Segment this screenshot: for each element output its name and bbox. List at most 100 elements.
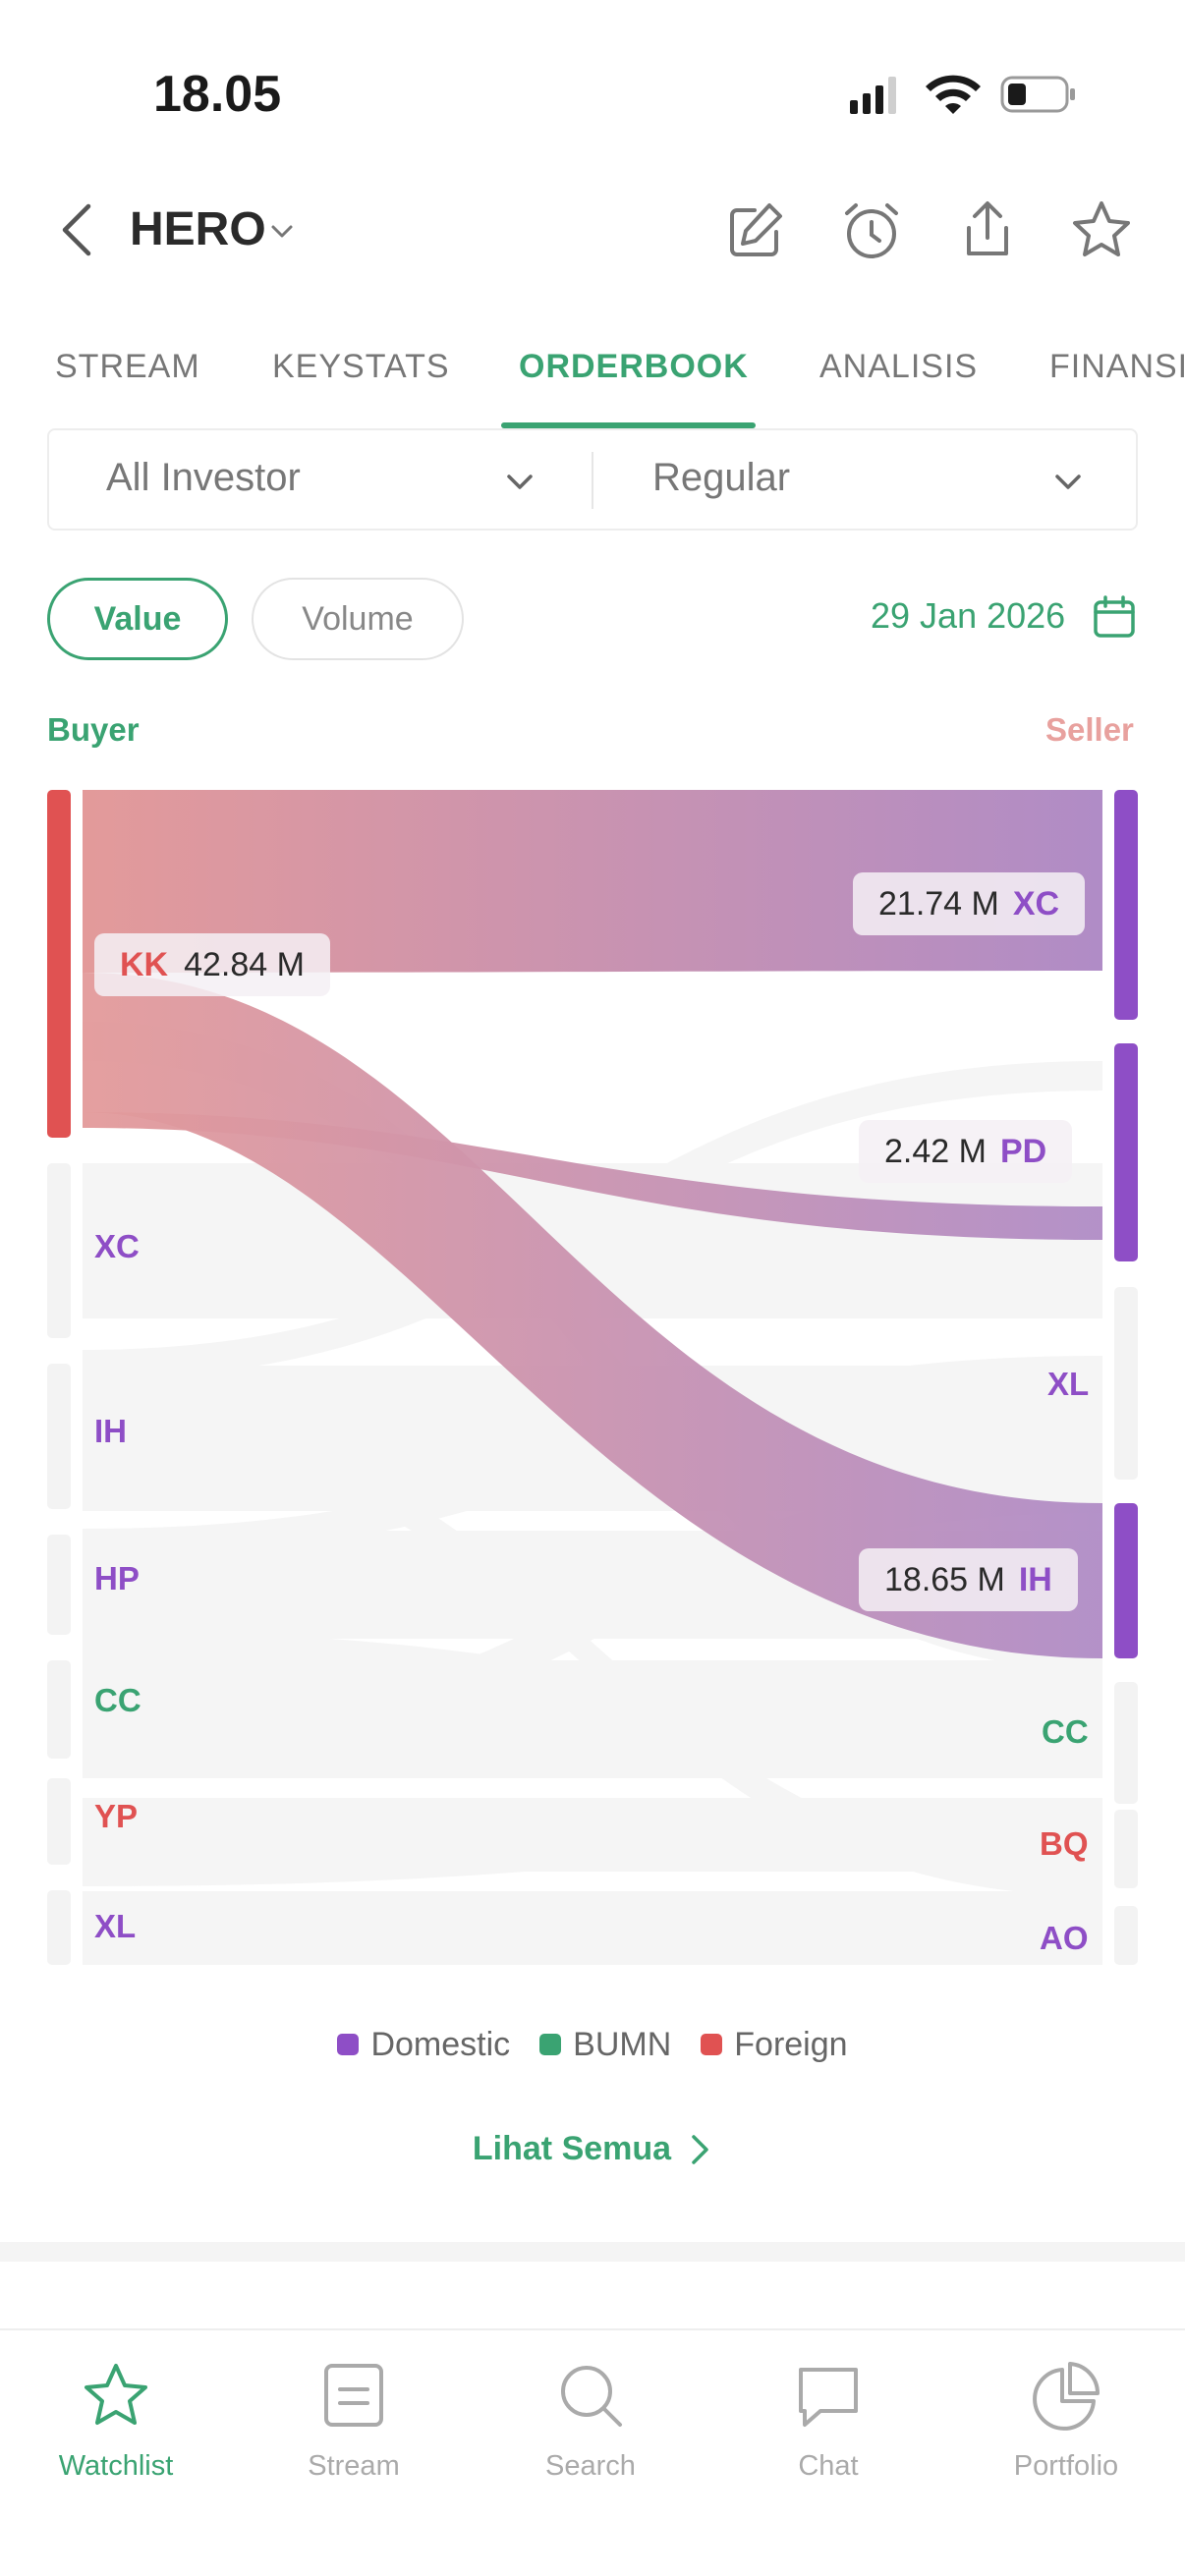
tab-keystats[interactable]: KEYSTATS bbox=[272, 348, 450, 386]
nav-label: Portfolio bbox=[1013, 2450, 1119, 2482]
chevron-down-icon[interactable] bbox=[501, 464, 538, 501]
buyer-code: KK bbox=[120, 945, 169, 983]
volume-toggle-button[interactable]: Volume bbox=[252, 578, 464, 660]
buyer-node-xl bbox=[47, 1890, 71, 1965]
seller-node-bq bbox=[1114, 1810, 1138, 1888]
buyer-label-ih[interactable]: IH bbox=[94, 1413, 127, 1450]
nav-watchlist[interactable]: Watchlist bbox=[18, 2358, 214, 2483]
value-toggle-button[interactable]: Value bbox=[47, 578, 228, 660]
chevron-right-icon bbox=[692, 2134, 708, 2164]
nav-label: Watchlist bbox=[58, 2450, 174, 2482]
legend-domestic: Domestic bbox=[337, 2026, 510, 2064]
buyer-label-hp[interactable]: HP bbox=[94, 1560, 140, 1597]
seller-label-bq[interactable]: BQ bbox=[1040, 1825, 1089, 1863]
tab-stream[interactable]: STREAM bbox=[55, 348, 200, 386]
ticker-symbol[interactable]: HERO bbox=[130, 202, 266, 256]
seller-label-xl[interactable]: XL bbox=[1047, 1366, 1089, 1403]
tab-bar: STREAM KEYSTATS ORDERBOOK ANALISIS FINAN… bbox=[0, 334, 1185, 428]
stream-icon bbox=[324, 2364, 383, 2427]
signal-icon bbox=[850, 77, 896, 114]
chevron-down-icon[interactable] bbox=[267, 216, 297, 246]
nav-label: Search bbox=[545, 2450, 636, 2482]
seller-node-ao bbox=[1114, 1906, 1138, 1965]
star-icon[interactable] bbox=[1067, 196, 1136, 265]
buyer-node-ih bbox=[47, 1364, 71, 1509]
seller-node-ih bbox=[1114, 1503, 1138, 1658]
pie-chart-icon bbox=[1033, 2362, 1100, 2431]
seller-pd-tag[interactable]: 2.42 M PD bbox=[859, 1120, 1073, 1183]
seller-node-xl bbox=[1114, 1287, 1138, 1480]
seller-xc-tag[interactable]: 21.74 M XC bbox=[853, 872, 1086, 935]
seller-node-xc bbox=[1114, 790, 1138, 1020]
star-icon bbox=[85, 2364, 147, 2425]
legend-label: BUMN bbox=[573, 2025, 672, 2063]
see-all-label: Lihat Semua bbox=[472, 2130, 672, 2167]
edit-icon[interactable] bbox=[721, 196, 790, 265]
legend-swatch bbox=[701, 2034, 723, 2055]
buyer-label-yp[interactable]: YP bbox=[94, 1798, 138, 1835]
buyer-nodes bbox=[47, 790, 71, 1965]
seller-ih-tag[interactable]: 18.65 M IH bbox=[859, 1548, 1078, 1611]
section-divider bbox=[0, 2242, 1185, 2262]
buyer-node-hp bbox=[47, 1535, 71, 1635]
search-icon bbox=[561, 2366, 622, 2427]
seller-value: 2.42 M bbox=[884, 1132, 987, 1170]
wifi-icon bbox=[926, 75, 981, 114]
app-header: HERO bbox=[0, 177, 1185, 285]
chat-icon bbox=[799, 2368, 858, 2427]
nav-label: Chat bbox=[798, 2450, 859, 2482]
alarm-icon[interactable] bbox=[837, 196, 906, 265]
buyer-label-cc[interactable]: CC bbox=[94, 1682, 141, 1719]
seller-value: 21.74 M bbox=[878, 884, 999, 923]
market-select[interactable]: Regular bbox=[652, 456, 790, 500]
chevron-down-icon[interactable] bbox=[1049, 464, 1087, 501]
date-picker-label[interactable]: 29 Jan 2026 bbox=[871, 595, 1065, 637]
legend-label: Domestic bbox=[370, 2025, 511, 2063]
seller-code: IH bbox=[1018, 1560, 1052, 1598]
legend-label: Foreign bbox=[734, 2025, 848, 2063]
investor-select[interactable]: All Investor bbox=[106, 456, 301, 500]
seller-label: Seller bbox=[1045, 711, 1134, 748]
buyer-label-xl[interactable]: XL bbox=[94, 1908, 136, 1945]
buyer-kk-tag[interactable]: KK 42.84 M bbox=[94, 933, 330, 996]
legend-swatch bbox=[539, 2034, 562, 2055]
tab-analisis[interactable]: ANALISIS bbox=[819, 348, 978, 386]
nav-portfolio[interactable]: Portfolio bbox=[968, 2358, 1164, 2483]
buyer-node-kk bbox=[47, 790, 71, 1138]
calendar-icon[interactable] bbox=[1091, 593, 1138, 641]
nav-search[interactable]: Search bbox=[492, 2358, 689, 2483]
legend-swatch bbox=[337, 2034, 360, 2055]
nav-stream[interactable]: Stream bbox=[255, 2358, 452, 2483]
buyer-value: 42.84 M bbox=[184, 945, 305, 983]
seller-label-ao[interactable]: AO bbox=[1040, 1920, 1089, 1957]
buyer-node-cc bbox=[47, 1660, 71, 1759]
status-time: 18.05 bbox=[153, 66, 282, 123]
seller-nodes bbox=[1114, 790, 1138, 1965]
legend-bumn: BUMN bbox=[539, 2026, 671, 2064]
see-all-link[interactable]: Lihat Semua bbox=[0, 2130, 1185, 2168]
back-arrow-icon[interactable] bbox=[49, 200, 108, 259]
filter-bar: All Investor Regular bbox=[47, 428, 1138, 531]
buyer-label-xc[interactable]: XC bbox=[94, 1228, 140, 1265]
share-icon[interactable] bbox=[953, 196, 1022, 265]
seller-value: 18.65 M bbox=[884, 1560, 1005, 1598]
status-bar: 18.05 bbox=[0, 0, 1185, 187]
bottom-navigation: Watchlist Stream Search Chat Portfolio bbox=[0, 2328, 1185, 2576]
seller-node-cc bbox=[1114, 1682, 1138, 1804]
seller-code: PD bbox=[999, 1132, 1047, 1170]
battery-icon bbox=[1000, 76, 1075, 113]
buyer-label: Buyer bbox=[47, 711, 140, 748]
nav-chat[interactable]: Chat bbox=[730, 2358, 927, 2483]
broker-flow-sankey: KK 42.84 M XC IH HP CC YP XL 21.74 M XC … bbox=[0, 766, 1185, 1985]
chart-legend: Domestic BUMN Foreign bbox=[0, 2024, 1185, 2065]
tab-finansial[interactable]: FINANSIAL bbox=[1049, 348, 1185, 386]
buyer-node-yp bbox=[47, 1778, 71, 1865]
seller-label-cc[interactable]: CC bbox=[1042, 1713, 1089, 1751]
tab-orderbook[interactable]: ORDERBOOK bbox=[519, 348, 749, 386]
buyer-node-xc bbox=[47, 1163, 71, 1338]
filter-divider bbox=[592, 452, 593, 509]
status-icons bbox=[850, 75, 1075, 114]
nav-label: Stream bbox=[308, 2450, 400, 2482]
legend-foreign: Foreign bbox=[701, 2025, 848, 2064]
seller-code: XC bbox=[1012, 884, 1060, 923]
